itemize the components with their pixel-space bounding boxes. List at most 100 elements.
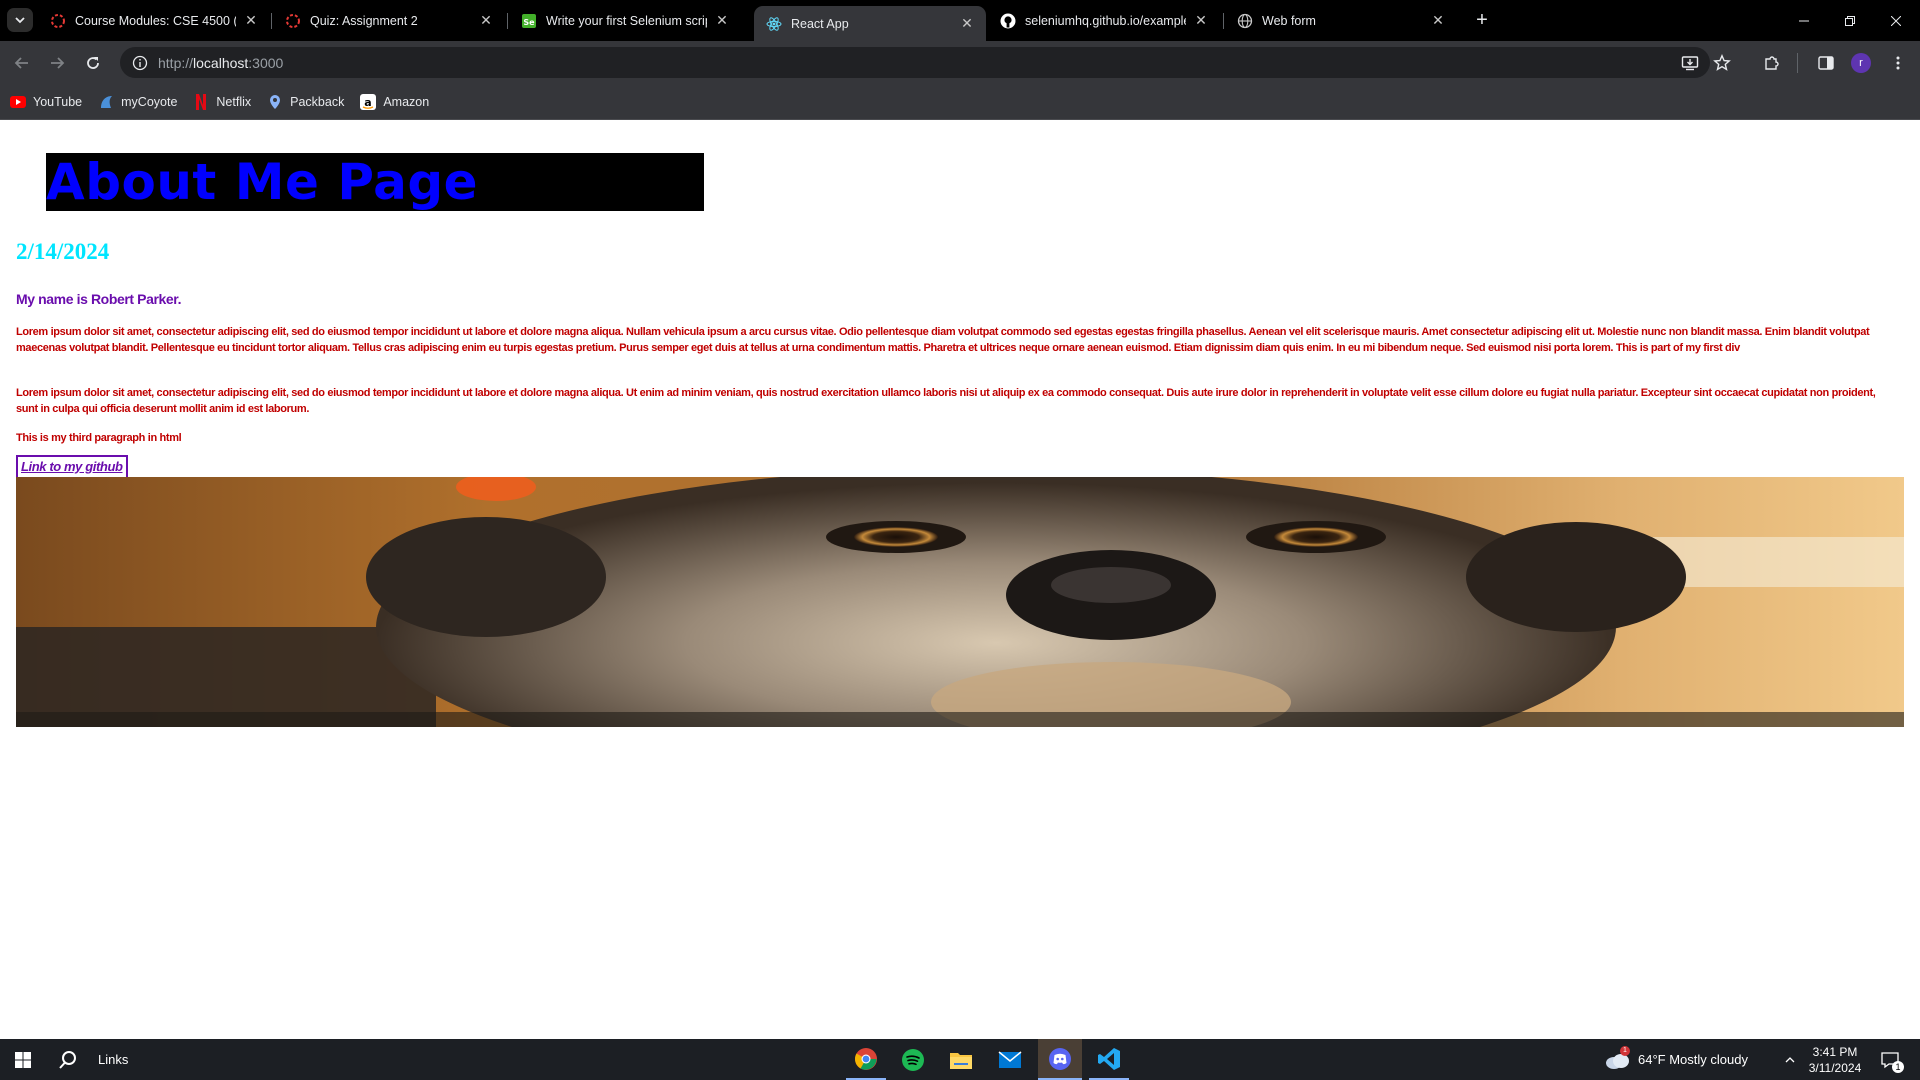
window-close-button[interactable]	[1873, 0, 1919, 41]
discord-icon	[1049, 1047, 1071, 1070]
youtube-icon	[10, 94, 26, 110]
coyote-icon	[98, 94, 114, 110]
side-panel-button[interactable]	[1812, 49, 1840, 77]
packback-icon	[267, 94, 283, 110]
taskbar-search[interactable]: Links	[58, 1039, 178, 1080]
mail-icon	[998, 1050, 1022, 1068]
clock-date: 3/11/2024	[1808, 1060, 1862, 1075]
info-icon[interactable]	[132, 55, 148, 71]
weather-text: 64°F Mostly cloudy	[1638, 1052, 1748, 1067]
react-icon	[766, 16, 782, 32]
menu-button[interactable]	[1884, 49, 1912, 77]
bookmark-netflix[interactable]: Netflix	[193, 93, 252, 110]
url-text[interactable]: http://localhost:3000	[158, 55, 283, 71]
page-date: 2/14/2024	[16, 239, 110, 264]
close-icon[interactable]: ✕	[1192, 12, 1210, 30]
reload-button[interactable]	[79, 49, 107, 77]
loading-ring-icon	[50, 13, 66, 29]
chevron-up-icon	[1785, 1056, 1795, 1062]
vscode-icon	[1098, 1047, 1120, 1070]
tab-course-modules[interactable]: Course Modules: CSE 4500 (01) ✕	[38, 0, 270, 41]
start-button[interactable]	[8, 1039, 38, 1080]
url-port: :3000	[248, 54, 284, 71]
loading-ring-icon	[285, 13, 301, 29]
profile-button[interactable]: r	[1847, 49, 1875, 77]
extensions-button[interactable]	[1758, 49, 1786, 77]
windows-taskbar: Links 1 64°F Mostly cloudy 3:41 PM 3/11/…	[0, 1039, 1920, 1080]
bookmark-packback[interactable]: Packback	[267, 94, 344, 110]
restore-button[interactable]	[1827, 0, 1873, 41]
selenium-icon: Se	[521, 13, 537, 29]
weather-widget[interactable]: 1 64°F Mostly cloudy	[1604, 1039, 1764, 1080]
close-icon[interactable]: ✕	[958, 15, 976, 33]
chrome-icon	[855, 1047, 877, 1070]
close-icon[interactable]: ✕	[713, 12, 731, 30]
browser-toolbar: http://localhost:3000 r	[0, 41, 1920, 84]
forward-button[interactable]	[43, 49, 71, 77]
url-host: localhost	[193, 54, 249, 71]
notification-icon: 1	[1881, 1051, 1904, 1073]
tab-quiz[interactable]: Quiz: Assignment 2 ✕	[273, 0, 505, 41]
bookmark-amazon[interactable]: a Amazon	[360, 93, 430, 110]
notification-center-button[interactable]: 1	[1875, 1039, 1905, 1080]
close-icon[interactable]: ✕	[477, 12, 495, 30]
search-label: Links	[98, 1052, 129, 1067]
tab-search-button[interactable]	[7, 8, 33, 32]
github-icon	[1000, 13, 1016, 29]
svg-text:Se: Se	[523, 18, 535, 27]
tab-selenium-script[interactable]: Se Write your first Selenium script ✕	[509, 0, 741, 41]
tab-title: React App	[791, 16, 849, 31]
install-app-button[interactable]	[1676, 49, 1704, 77]
minimize-button[interactable]	[1781, 0, 1827, 41]
close-icon[interactable]: ✕	[242, 12, 260, 30]
tab-separator	[507, 13, 508, 29]
bookmark-label: myCoyote	[121, 94, 178, 109]
close-icon[interactable]: ✕	[1429, 12, 1447, 30]
tab-title: Quiz: Assignment 2	[310, 13, 418, 28]
clock[interactable]: 3:41 PM 3/11/2024	[1805, 1039, 1865, 1080]
dog-photo	[16, 477, 1904, 727]
tab-strip: Course Modules: CSE 4500 (01) ✕ Quiz: As…	[0, 0, 1920, 41]
web-page: About Me Page 2/14/2024 My name is Rober…	[0, 121, 1920, 1039]
bookmark-label: Amazon	[383, 94, 430, 109]
tab-separator	[1223, 13, 1224, 29]
show-hidden-icons-button[interactable]	[1780, 1039, 1800, 1080]
install-icon	[1681, 56, 1699, 71]
bookmark-star-button[interactable]	[1708, 49, 1736, 77]
intro-text: My name is Robert Parker.	[16, 291, 182, 307]
windows-icon	[15, 1051, 31, 1068]
restore-icon	[1845, 15, 1855, 26]
avatar: r	[1851, 53, 1871, 73]
taskbar-discord[interactable]	[1038, 1039, 1082, 1080]
url-scheme: http://	[158, 54, 194, 71]
puzzle-icon	[1765, 56, 1779, 70]
bookmark-youtube[interactable]: YouTube	[10, 94, 82, 110]
taskbar-mail[interactable]	[990, 1039, 1030, 1080]
bookmark-label: YouTube	[33, 94, 83, 109]
bookmark-mycoyote[interactable]: myCoyote	[98, 94, 177, 110]
tab-react-app[interactable]: React App ✕	[754, 6, 986, 41]
tab-seleniumhq-examples[interactable]: seleniumhq.github.io/examples ✕	[988, 0, 1220, 41]
back-button[interactable]	[8, 49, 36, 77]
spotify-icon	[902, 1048, 924, 1071]
new-tab-button[interactable]: +	[1470, 8, 1494, 32]
paragraph-first: Lorem ipsum dolor sit amet, consectetur …	[16, 326, 1870, 354]
bookmark-label: Packback	[290, 94, 345, 109]
taskbar-file-explorer[interactable]	[941, 1039, 981, 1080]
globe-icon	[1237, 13, 1253, 29]
tab-web-form[interactable]: Web form ✕	[1225, 0, 1457, 41]
taskbar-chrome[interactable]	[846, 1039, 886, 1080]
side-panel-icon	[1818, 56, 1834, 70]
svg-text:a: a	[365, 96, 372, 109]
bookmark-label: Netflix	[216, 94, 252, 109]
search-icon	[59, 1050, 76, 1069]
weather-alert-badge: 1	[1620, 1045, 1630, 1056]
file-explorer-icon	[950, 1052, 972, 1069]
address-bar[interactable]: http://localhost:3000	[120, 47, 1710, 78]
taskbar-spotify[interactable]	[893, 1039, 933, 1080]
github-link[interactable]: Link to my github	[16, 455, 128, 479]
cloud-icon: 1	[1604, 1045, 1630, 1070]
taskbar-vscode[interactable]	[1089, 1039, 1129, 1080]
tab-title: Write your first Selenium script	[546, 13, 707, 28]
arrow-right-icon	[51, 57, 65, 69]
